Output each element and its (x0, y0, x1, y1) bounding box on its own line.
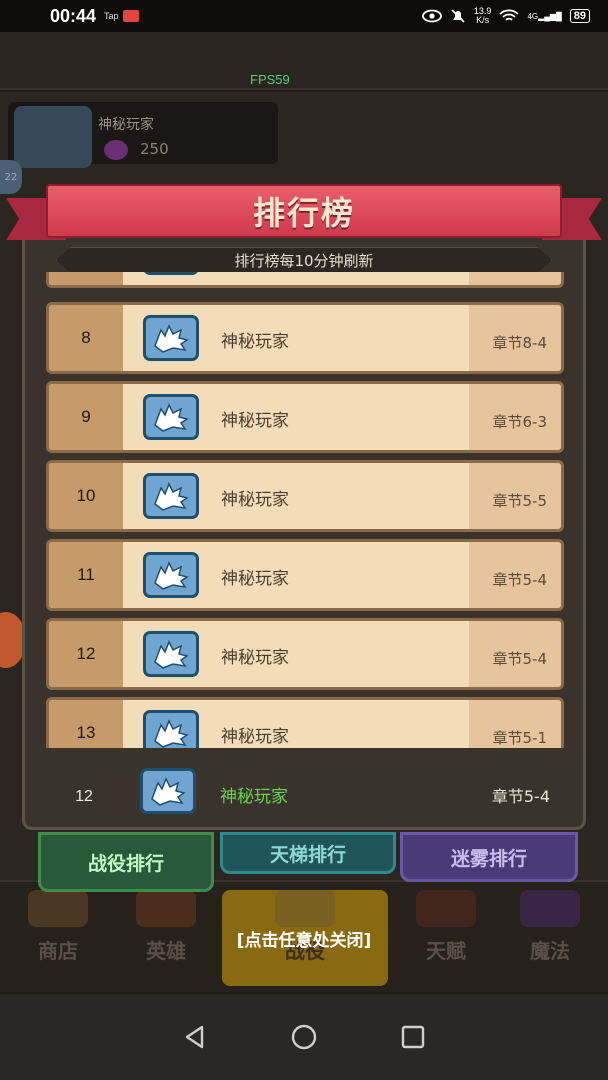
app-notification-label: Tap (104, 11, 119, 21)
shop-icon (28, 890, 88, 927)
row-chapter: 章节6-3 (492, 413, 548, 431)
clock: 00:44 (50, 5, 97, 26)
wolf-avatar-icon (143, 272, 199, 275)
row-rank: 8 (49, 305, 123, 371)
row-chapter-band (469, 272, 561, 285)
cellular-signal-icon: 4G▂▄▆█ (527, 11, 562, 21)
gem-icon (104, 140, 128, 160)
ribbon-body: 排行榜 (46, 184, 562, 238)
hero-helmet-icon (136, 890, 196, 927)
row-rank: 13 (49, 700, 123, 748)
row-player-name: 神秘玩家 (221, 490, 289, 510)
wolf-avatar-icon (143, 552, 199, 598)
magic-book-icon (520, 890, 580, 927)
row-chapter: 章节5-1 (492, 729, 548, 747)
system-nav-bar (0, 994, 608, 1080)
back-icon[interactable] (180, 1022, 210, 1052)
eye-icon (422, 9, 442, 23)
refresh-note: 排行榜每10分钟刷新 (56, 247, 552, 273)
player-card[interactable]: 神秘玩家 250 (8, 102, 278, 168)
leaderboard-row[interactable] (46, 272, 564, 288)
notification-icon (122, 10, 139, 22)
tab-ladder-ranking[interactable]: 天梯排行 (220, 832, 396, 874)
battery-icon: 89 (569, 9, 590, 23)
row-chapter: 章节5-4 (492, 571, 548, 589)
player-name: 神秘玩家 (98, 117, 154, 133)
status-bar: 00:44 Tap 13.9 K/s 4G▂▄▆█ 89 (0, 0, 608, 32)
tab-fog-ranking[interactable]: 迷雾排行 (400, 832, 578, 882)
leaderboard-row[interactable]: 11 神秘玩家 章节5-4 (46, 539, 564, 611)
my-player-name: 神秘玩家 (220, 787, 288, 807)
home-icon[interactable] (289, 1022, 319, 1052)
wolf-avatar-icon (143, 710, 199, 748)
row-rank (49, 272, 123, 285)
wolf-avatar-icon (143, 315, 199, 361)
wolf-avatar-icon (143, 394, 199, 440)
wifi-icon (499, 9, 520, 21)
leaderboard-row[interactable]: 10 神秘玩家 章节5-5 (46, 460, 564, 532)
row-player-name: 神秘玩家 (221, 569, 289, 589)
row-player-name: 神秘玩家 (221, 727, 289, 747)
close-hint[interactable]: [点击任意处关闭] (0, 926, 608, 951)
recents-icon[interactable] (398, 1022, 428, 1052)
my-rank-entry: 12 神秘玩家 章节5-4 (32, 752, 576, 824)
gem-count: 250 (140, 140, 169, 158)
wolf-avatar-icon (143, 473, 199, 519)
leaderboard-list[interactable]: 8 神秘玩家 章节8-4 9 神秘玩家 章节6-3 10 神秘玩家 章节5-5 … (32, 272, 576, 748)
campaign-sword-icon (275, 890, 335, 927)
leaderboard-title-ribbon: 排行榜 (6, 182, 602, 248)
tab-campaign-ranking[interactable]: 战役排行 (38, 832, 214, 892)
row-player-name: 神秘玩家 (221, 648, 289, 668)
row-player-name: 神秘玩家 (221, 411, 289, 431)
row-chapter: 章节5-5 (492, 492, 548, 510)
row-rank: 9 (49, 384, 123, 450)
wolf-avatar-icon (143, 631, 199, 677)
leaderboard-row[interactable]: 9 神秘玩家 章节6-3 (46, 381, 564, 453)
leaderboard-row[interactable]: 12 神秘玩家 章节5-4 (46, 618, 564, 690)
leaderboard-row[interactable]: 13 神秘玩家 章节5-1 (46, 697, 564, 748)
row-player-name: 神秘玩家 (221, 332, 289, 352)
row-rank: 10 (49, 463, 123, 529)
my-rank: 12 (75, 788, 93, 805)
row-chapter: 章节8-4 (492, 334, 548, 352)
game-top-bar (0, 32, 608, 90)
player-avatar[interactable] (14, 106, 92, 168)
network-speed: 13.9 K/s (473, 6, 492, 25)
leaderboard-row[interactable]: 8 神秘玩家 章节8-4 (46, 302, 564, 374)
my-chapter: 章节5-4 (491, 787, 550, 806)
row-rank: 12 (49, 621, 123, 687)
wolf-avatar-icon (140, 768, 196, 814)
fps-counter: FPS59 (250, 72, 290, 87)
row-rank: 11 (49, 542, 123, 608)
row-chapter: 章节5-4 (492, 650, 548, 668)
talent-scroll-icon (416, 890, 476, 927)
mute-bell-icon (451, 9, 465, 23)
leaderboard-title: 排行榜 (252, 194, 355, 232)
